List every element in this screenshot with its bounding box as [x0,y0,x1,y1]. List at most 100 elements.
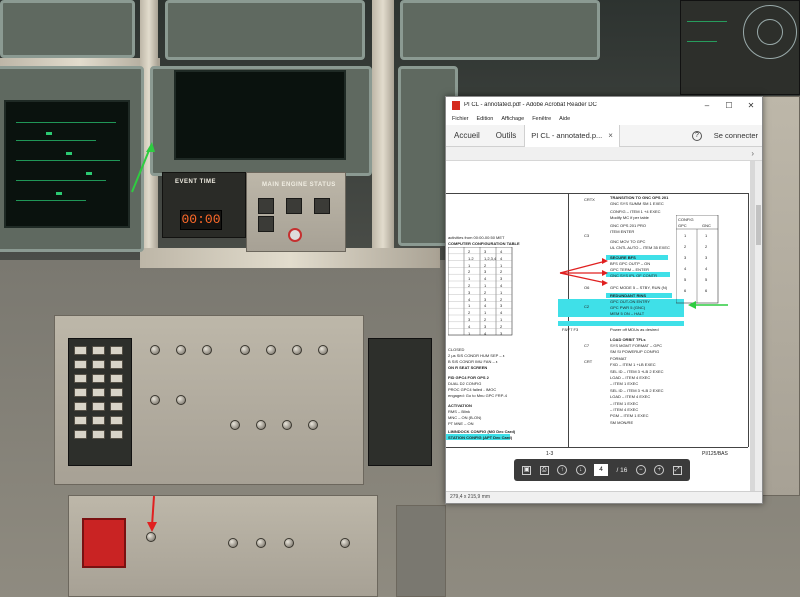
pdf-tag: C2 [584,304,590,309]
pdf-config-cell: 1 [484,283,487,288]
pdf-config-cell: 2 [468,283,471,288]
pdf-right-line: CONFIG – ITEM 1 +4 EXEC [610,209,661,214]
pdf-config-cell: 2 [468,269,471,275]
keypad-key[interactable] [110,402,123,411]
status-bar: 279,4 x 215,9 mm [446,491,762,503]
pdf-right-line: BFS GPC OUTP – ON [610,261,651,266]
keypad-key[interactable] [74,416,87,425]
console-switch[interactable] [202,345,212,355]
event-time-display: 00:00 [180,210,222,230]
keypad-key[interactable] [92,416,105,425]
console-switch[interactable] [176,395,186,405]
next-page-icon[interactable]: ↓ [575,465,586,475]
master-alarm-button[interactable] [288,228,302,242]
help-icon[interactable]: ? [692,131,702,141]
pdf-right-line: UL CNTL AUTO – ITEM 35 EXEC [610,245,670,250]
frame-pillar-center [372,0,394,250]
keypad-key[interactable] [74,346,87,355]
minimize-icon[interactable]: – [696,101,718,110]
zoom-out-icon[interactable]: − [635,465,646,475]
console-switch[interactable] [308,420,318,430]
pdf-left-line: RMS – Blink [448,409,471,414]
lower-toggle-switch[interactable] [340,538,350,548]
keypad-key[interactable] [110,346,123,355]
keypad-key[interactable] [92,346,105,355]
tab-document[interactable]: PI CL - annotated.p... × [524,124,620,147]
keypad-key[interactable] [74,374,87,383]
sign-in-button[interactable]: Se connecter [714,125,758,147]
pdf-mini-table-cell: 3 [705,255,708,260]
red-handle-guard[interactable] [82,518,126,568]
keypad-key[interactable] [110,388,123,397]
pdf-mini-table-cell: 1 [684,233,687,238]
menu-view[interactable]: Affichage [501,116,524,122]
keypad-key[interactable] [92,402,105,411]
lower-toggle-switch[interactable] [228,538,238,548]
page-right-rule [748,193,749,447]
print-icon[interactable]: ⎙ [539,465,549,475]
tab-close-icon[interactable]: × [608,125,613,147]
console-switch[interactable] [266,345,276,355]
keypad-key[interactable] [92,360,105,369]
scrollbar-thumb[interactable] [756,205,761,245]
keypad-key[interactable] [92,388,105,397]
pdf-highlight [558,321,684,326]
keypad-key[interactable] [74,430,87,439]
console-switch[interactable] [176,345,186,355]
console-switch[interactable] [292,345,302,355]
menu-file[interactable]: Fichier [452,116,469,122]
keypad-key[interactable] [74,360,87,369]
maximize-icon[interactable]: ☐ [718,101,740,110]
pdf-tag: CRT [584,359,593,364]
console-switch[interactable] [150,345,160,355]
menu-edit[interactable]: Edition [477,116,494,122]
page-top-rule [446,193,748,194]
right-keypad [368,338,432,466]
pdf-crt-line: – ITEM 1 EXEC [610,381,639,387]
tab-document-label: PI CL - annotated.p... [531,130,603,140]
pdf-right-line: ITEM ENTER [610,229,635,234]
page-number-input[interactable]: 4 [594,464,609,476]
pdf-mini-table-cell: 2 [684,244,687,249]
pdf-left-line: B SIS CONDR IMU FAN – ε [448,359,498,364]
page-bottom-rule [446,447,748,448]
pdf-tag: C7 [584,343,590,348]
lower-toggle-switch[interactable] [256,538,266,548]
pdf-config-cell: 1 [468,303,471,309]
document-area[interactable]: activities from 00:00-00:50 MET COMPUTER… [446,161,762,491]
pdf-app-icon [452,100,460,110]
console-switch[interactable] [240,345,250,355]
lower-toggle-switch[interactable] [284,538,294,548]
keypad-key[interactable] [110,416,123,425]
console-switch[interactable] [150,395,160,405]
keypad-key[interactable] [110,430,123,439]
collapse-arrow-icon[interactable]: › [751,149,754,158]
keypad-key[interactable] [110,374,123,383]
keypad-key[interactable] [110,360,123,369]
keypad-key[interactable] [74,402,87,411]
keypad-key[interactable] [92,430,105,439]
console-switch[interactable] [318,345,328,355]
close-icon[interactable]: ✕ [740,101,762,110]
engine-status-light-4 [258,216,274,232]
previous-page-icon[interactable]: ↑ [557,465,568,475]
keypad-key[interactable] [92,374,105,383]
menu-window[interactable]: Fenêtre [532,116,551,122]
console-switch[interactable] [230,420,240,430]
pdf-config-cell: 2 [500,323,503,329]
fit-page-icon[interactable]: ⤢ [672,465,682,475]
menu-help[interactable]: Aide [559,116,570,122]
vertical-scrollbar[interactable] [755,161,762,491]
green-annotation-arrow [131,142,155,193]
console-switch[interactable] [256,420,266,430]
zoom-in-icon[interactable]: + [654,465,665,475]
pdf-config-cell: 2 [468,249,471,254]
tab-home[interactable]: Accueil [446,125,488,147]
pdf-right-line: GPC MODE 5 – STBY, RUN (N) [610,285,668,290]
keypad-key[interactable] [74,388,87,397]
save-icon[interactable]: ▣ [522,465,532,475]
console-switch[interactable] [282,420,292,430]
pdf-config-cell: 1,2,3,4 [484,255,497,261]
tab-tools[interactable]: Outils [488,125,524,147]
pdf-config-cell: 3 [484,269,487,275]
